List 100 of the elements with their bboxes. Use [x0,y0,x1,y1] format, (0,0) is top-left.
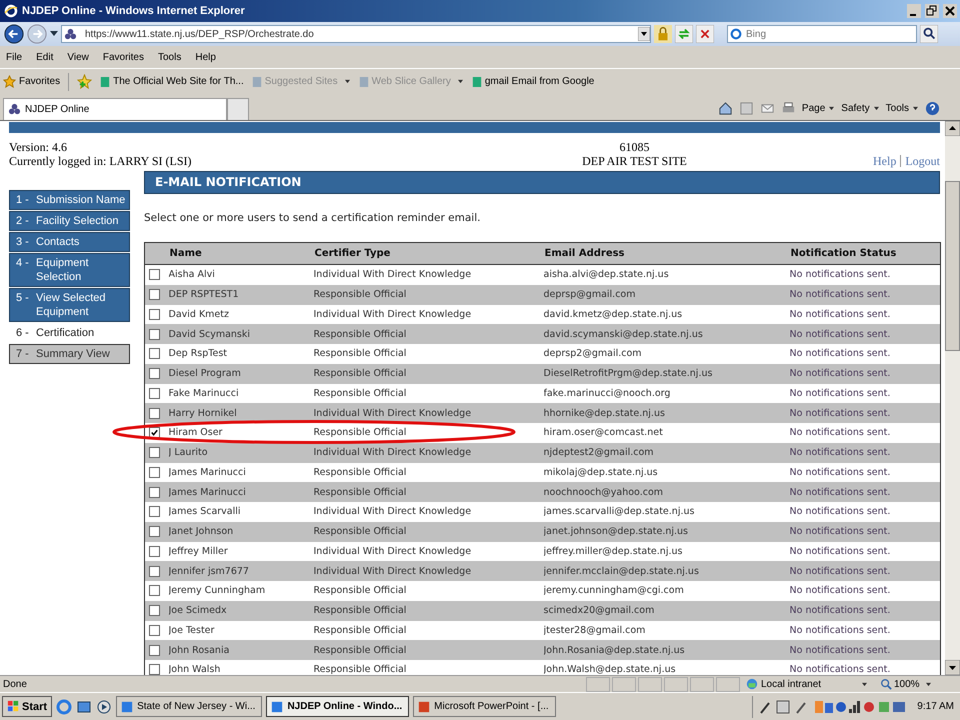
zoom-button[interactable]: 100% [880,678,960,690]
status-pane [716,676,740,692]
favorite-link[interactable]: The Official Web Site for Th... [100,76,244,88]
command-menu[interactable]: Safety [841,102,880,114]
checkbox[interactable] [149,348,160,360]
status-cell: No notifications sent. [790,423,940,443]
page-icon [252,76,262,88]
checkbox[interactable] [149,388,160,399]
checkbox[interactable] [149,506,160,518]
type-cell: Responsible Official [314,462,544,482]
restore-icon[interactable] [924,4,940,18]
close-icon[interactable] [942,4,958,18]
checkbox[interactable] [149,408,160,419]
email-cell: scimedx20@gmail.com [544,600,790,620]
command-menu[interactable]: Page [802,102,836,114]
status-cell: No notifications sent. [790,442,940,462]
desktop-icon[interactable] [76,698,92,714]
checkbox[interactable] [149,328,160,340]
status-cell: No notifications sent. [790,600,940,620]
step-tab[interactable]: 3 - Contacts [9,232,130,252]
start-button[interactable]: Start [2,696,52,717]
checkbox[interactable] [149,289,160,300]
checkbox[interactable] [149,624,160,636]
security-zone[interactable]: Local intranet [746,678,858,690]
browser-icon[interactable] [56,698,72,714]
checkbox[interactable] [149,526,160,538]
menu-item[interactable]: File [6,52,22,62]
help-icon[interactable] [925,100,940,116]
checkbox[interactable] [149,605,160,616]
email-cell: jeffrey.miller@dep.state.nj.us [544,542,790,562]
name-cell: Dep RspTest [168,344,314,364]
search-icon[interactable] [920,25,938,43]
type-cell: Individual With Direct Knowledge [314,264,544,285]
type-cell: Individual With Direct Knowledge [314,542,544,562]
favorite-link[interactable]: gmail Email from Google [472,76,594,88]
home-icon[interactable] [718,100,733,116]
name-cell: Hiram Oser [168,423,314,443]
address-field[interactable]: https://www11.state.nj.us/DEP_RSP/Orchestrate.do [61,25,651,43]
command-menu[interactable]: Tools [886,102,919,114]
status-text: Done [3,678,28,690]
taskbar-button[interactable]: Microsoft PowerPoint - [... [413,696,556,717]
checkbox[interactable] [149,486,160,498]
taskbar-button[interactable]: State of New Jersey - Wi... [116,696,262,717]
panel-title: E-MAIL NOTIFICATION [144,171,940,194]
header-link[interactable]: Help [873,154,896,168]
back-icon[interactable] [4,24,24,44]
caret-icon[interactable] [861,682,868,686]
scroll-up-icon[interactable] [945,121,960,136]
taskbar-button[interactable]: NJDEP Online - Windo... [266,696,410,717]
media-player-icon[interactable] [96,698,112,714]
scrollbar[interactable] [945,121,960,675]
page-icon [100,76,110,88]
checkbox[interactable] [149,566,160,577]
menu-item[interactable]: Edit [36,52,54,62]
type-cell: Responsible Official [314,344,544,364]
email-cell: james.scarvalli@dep.state.nj.us [544,502,790,522]
caret-icon [344,79,351,84]
scroll-down-icon[interactable] [945,660,960,675]
checkbox[interactable] [149,368,160,380]
menu-item[interactable]: Favorites [102,52,144,62]
tick-icon [150,428,159,438]
email-cell: hhornike@dep.state.nj.us [544,403,790,423]
menu-item[interactable]: View [67,52,89,62]
step-tab[interactable]: 5 - View Selected Equipment [9,288,130,322]
caret-icon[interactable] [50,31,58,37]
checkbox[interactable] [149,546,160,557]
status-cell: No notifications sent. [790,462,940,482]
checkbox[interactable] [149,308,160,320]
page-icon [358,76,369,88]
email-cell: DieselRetrofitPrgm@dep.state.nj.us [544,364,790,384]
favorites-button[interactable]: Favorites [3,75,60,88]
name-cell: Diesel Program [168,364,314,384]
status-cell: No notifications sent. [790,660,940,675]
checkbox[interactable] [149,447,160,458]
caret-icon [924,682,932,686]
checkbox[interactable] [149,466,160,478]
status-cell: No notifications sent. [790,403,940,423]
print-icon[interactable] [780,100,796,116]
step-tab[interactable]: 1 - Submission Name [9,190,130,210]
search-field[interactable]: Bing [727,25,917,43]
header-link[interactable]: Logout [905,154,940,168]
type-cell: Responsible Official [314,620,544,640]
minimize-icon[interactable] [906,4,922,18]
checkbox[interactable] [149,644,160,656]
menu-item[interactable]: Help [195,52,216,62]
type-cell: Responsible Official [314,522,544,542]
dropdown-icon[interactable] [638,27,650,41]
step-tab[interactable]: 2 - Facility Selection [9,211,130,231]
lock-icon[interactable] [654,25,672,43]
stop-icon[interactable] [696,25,714,43]
browser-logo-icon [4,4,18,18]
step-tab[interactable]: 4 - Equipment Selection [9,253,130,287]
checkbox[interactable] [149,269,160,280]
checkbox[interactable] [149,585,160,596]
checkbox[interactable] [149,664,160,675]
menu-item[interactable]: Tools [158,52,182,62]
browser-tab[interactable]: NJDEP Online [3,98,227,120]
refresh-icon[interactable] [675,25,693,43]
site-id: 61085 [619,140,650,154]
email-cell: njdeptest2@gmail.com [544,442,790,462]
